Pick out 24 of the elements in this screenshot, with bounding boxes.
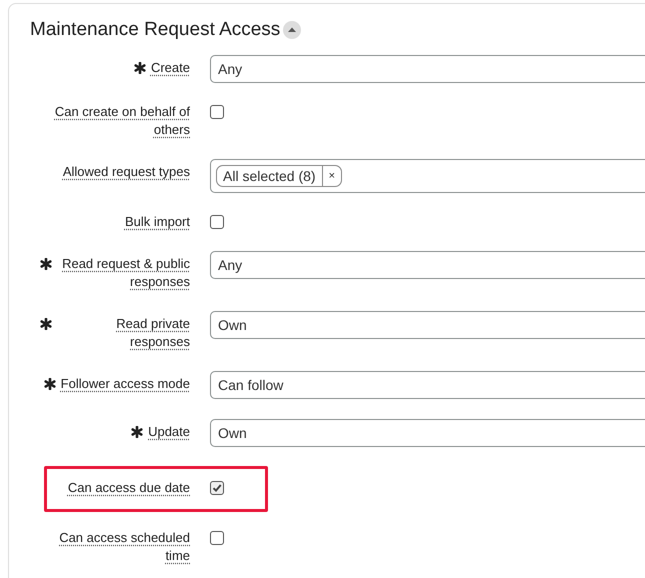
checkbox[interactable] [210, 215, 224, 229]
field-label: Create [150, 59, 190, 77]
select-field[interactable]: Any [210, 251, 645, 279]
field-label: Read request & public responses [61, 255, 190, 291]
select-field[interactable]: Any [210, 55, 645, 83]
field-label: Update [148, 423, 190, 441]
multiselect-field[interactable]: All selected (8) × [210, 159, 645, 193]
section-title: Maintenance Request Access [30, 18, 280, 42]
select-field[interactable]: Can follow [210, 371, 645, 399]
field-label: Bulk import [124, 213, 190, 231]
select-field[interactable]: Own [210, 419, 645, 447]
collapse-toggle-icon[interactable] [283, 21, 302, 39]
field-label: Can access due date [68, 479, 190, 497]
tag-remove-button[interactable]: × [322, 166, 342, 186]
tag-label: All selected (8) [222, 166, 317, 186]
select-field[interactable]: Own [210, 311, 645, 339]
checkbox[interactable] [210, 481, 224, 495]
field-label: Can access scheduled time [58, 529, 190, 565]
field-label: Allowed request types [62, 163, 190, 181]
field-label: Read private responses [115, 315, 190, 351]
checkbox[interactable] [210, 105, 224, 119]
checkbox[interactable] [210, 531, 224, 545]
field-label: Can create on behalf of others [54, 103, 190, 139]
field-label: Follower access mode [60, 375, 190, 393]
